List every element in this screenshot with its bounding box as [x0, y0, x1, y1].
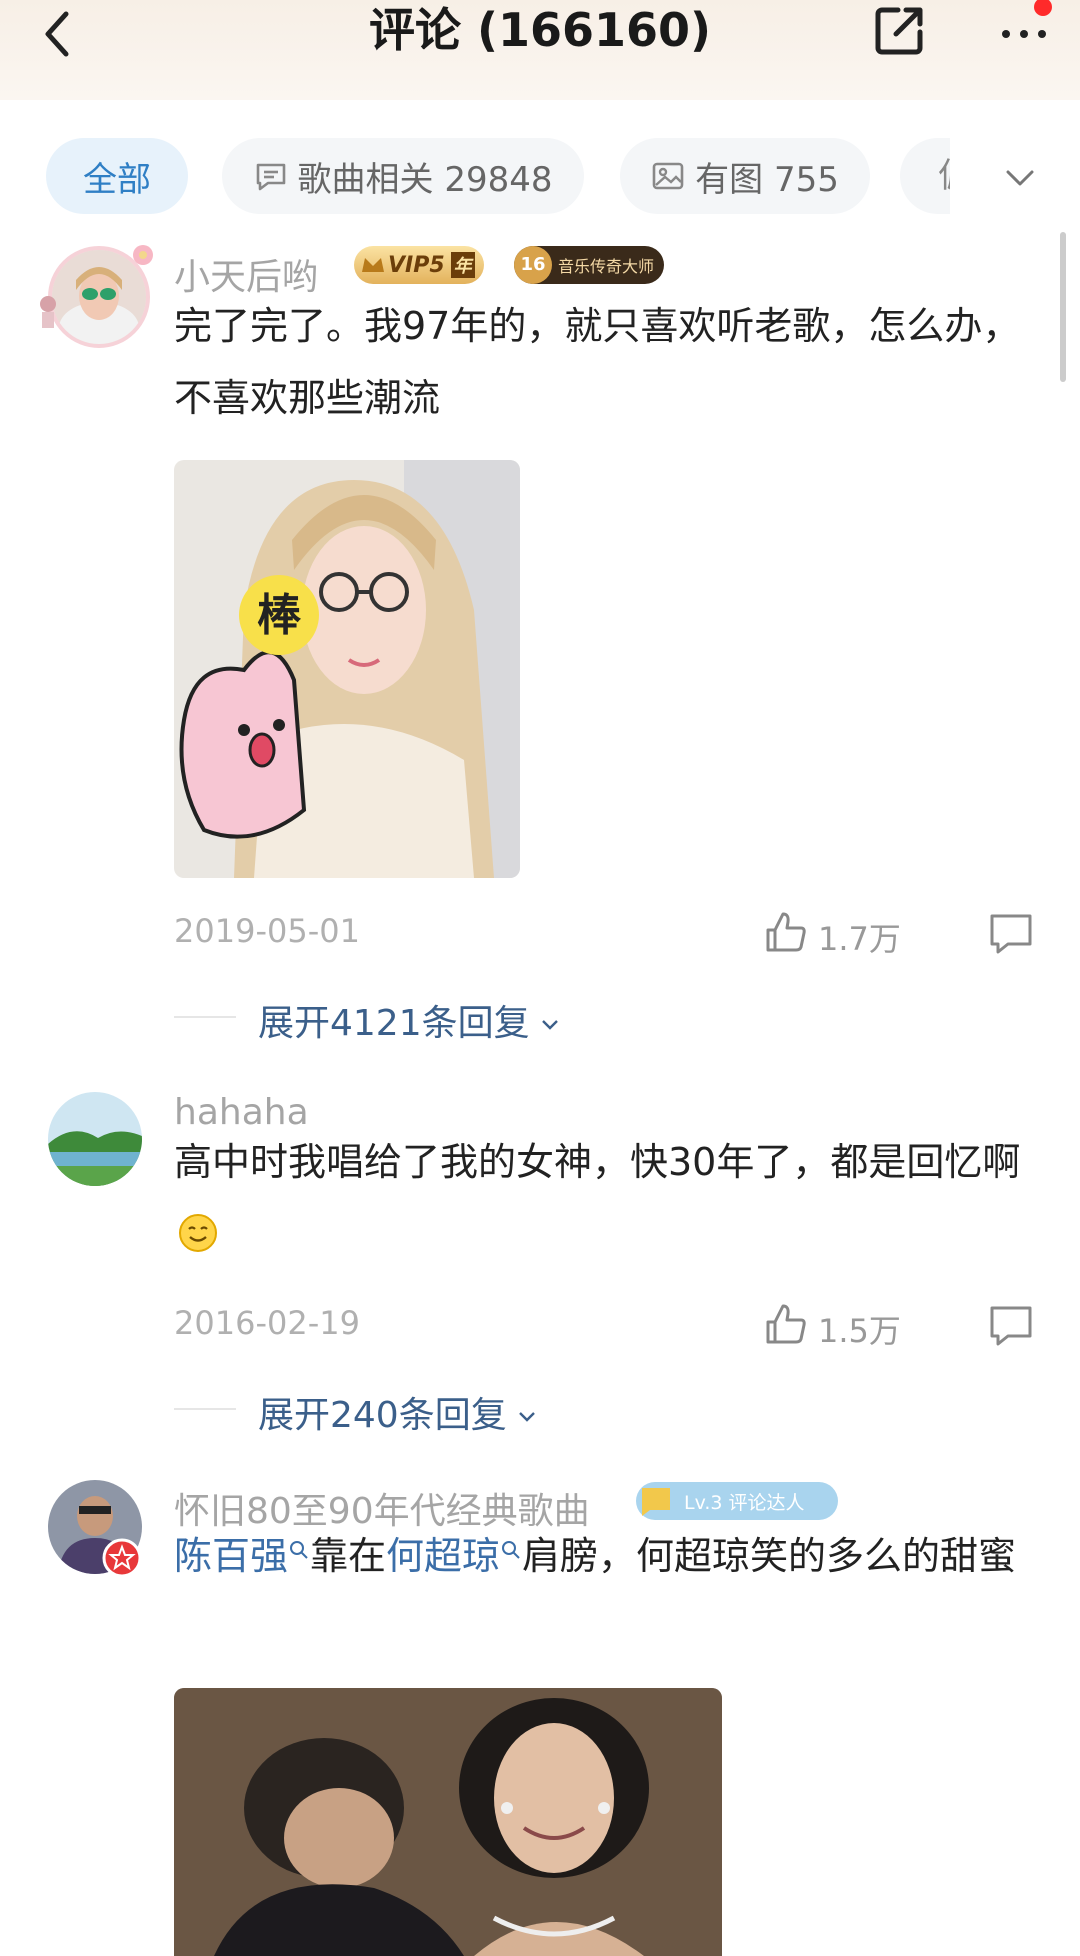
vip-crown-icon — [362, 258, 384, 272]
comment-date: 2019-05-01 — [174, 912, 360, 950]
comment-text: 高中时我唱给了我的女神，快30年了，都是回忆啊 — [174, 1126, 1044, 1270]
tab-all-label: 全部 — [83, 159, 151, 200]
reply-icon[interactable] — [988, 1304, 1034, 1348]
level-badge-text: Lv.3 评论达人 — [684, 1491, 805, 1514]
filter-tabs: 全部 歌曲相关 29848 有图 755 偏 — [0, 138, 1080, 214]
vip-badge: VIP5 年 — [354, 246, 484, 284]
level-number: 16 — [514, 246, 552, 284]
tab-with-image[interactable]: 有图 755 — [620, 138, 870, 214]
divider — [174, 1016, 236, 1018]
flower-icon — [133, 245, 153, 265]
comment-item: 小天后哟 VIP5 年 16 音乐传奇大师 完了完了。我97年的，就只喜欢听老歌… — [0, 232, 1080, 1092]
comment-image[interactable]: 棒 — [174, 460, 520, 878]
level-badge-text: 音乐传奇大师 — [558, 257, 655, 276]
comment-text: 完了完了。我97年的，就只喜欢听老歌，怎么办，不喜欢那些潮流 — [174, 304, 1021, 420]
comment-date: 2016-02-19 — [174, 1304, 360, 1342]
vip-badge-text: VIP5 — [388, 252, 445, 278]
search-icon — [290, 1541, 308, 1559]
avatar-decoration-icon — [40, 296, 56, 328]
image-icon — [652, 162, 684, 190]
expand-replies-label: 展开240条回复 — [258, 1395, 507, 1436]
smile-emoji-icon — [179, 1214, 217, 1252]
tab-song-related[interactable]: 歌曲相关 29848 — [222, 138, 584, 214]
sticker-text: 棒 — [257, 590, 302, 641]
comment-image[interactable] — [174, 1688, 722, 1956]
chevron-down-icon[interactable] — [1000, 158, 1040, 198]
comment-item: hahaha 高中时我唱给了我的女神，快30年了，都是回忆啊 2016-02-1… — [0, 1086, 1080, 1446]
mention-link[interactable]: 何超琼 — [386, 1534, 500, 1578]
level-badge: Lv.3 评论达人 — [636, 1482, 838, 1520]
tab-song-related-label: 歌曲相关 29848 — [297, 159, 553, 200]
comment-text-rest: 肩膀，何超琼笑的多么的甜蜜 — [522, 1534, 1017, 1578]
expand-replies-button[interactable]: 展开240条回复 — [258, 1386, 537, 1438]
share-icon[interactable] — [872, 2, 928, 58]
level-badge: 16 音乐传奇大师 — [514, 246, 664, 284]
comment-photo — [174, 1688, 722, 1956]
chevron-down-icon — [541, 1020, 558, 1030]
tab-all[interactable]: 全部 — [46, 138, 188, 214]
top-bar: 评论 (166160) — [0, 0, 1080, 100]
avatar-image — [48, 1092, 142, 1186]
expand-replies-button[interactable]: 展开4121条回复 — [258, 994, 560, 1046]
chevron-down-icon — [518, 1412, 535, 1422]
mention-link[interactable]: 陈百强 — [174, 1534, 288, 1578]
comment-item: 怀旧80至90年代经典歌曲 Lv.3 评论达人 陈百强 靠在何超琼 肩膀，何超琼笑的… — [0, 1472, 1080, 1956]
level-badge-icon — [642, 1488, 670, 1516]
more-button[interactable] — [996, 0, 1052, 60]
divider — [174, 1408, 236, 1410]
expand-replies-label: 展开4121条回复 — [258, 1003, 530, 1044]
comment-text: 陈百强 靠在何超琼 肩膀，何超琼笑的多么的甜蜜 — [174, 1520, 1044, 1592]
like-count: 1.7万 — [818, 920, 901, 958]
vip-year-text: 年 — [450, 252, 475, 278]
comment-text-body: 高中时我唱给了我的女神，快30年了，都是回忆啊 — [174, 1140, 1021, 1184]
tab-with-image-label: 有图 755 — [695, 159, 839, 200]
comment-photo: 棒 — [174, 460, 520, 878]
like-count: 1.5万 — [818, 1312, 901, 1350]
search-icon — [502, 1541, 520, 1559]
like-icon[interactable] — [764, 1302, 808, 1346]
like-icon[interactable] — [764, 910, 808, 954]
comment-text-mid: 靠在 — [310, 1534, 387, 1578]
avatar[interactable] — [48, 1092, 142, 1186]
comment-icon — [256, 163, 285, 191]
reply-icon[interactable] — [988, 912, 1034, 956]
star-badge-icon — [102, 1538, 142, 1578]
